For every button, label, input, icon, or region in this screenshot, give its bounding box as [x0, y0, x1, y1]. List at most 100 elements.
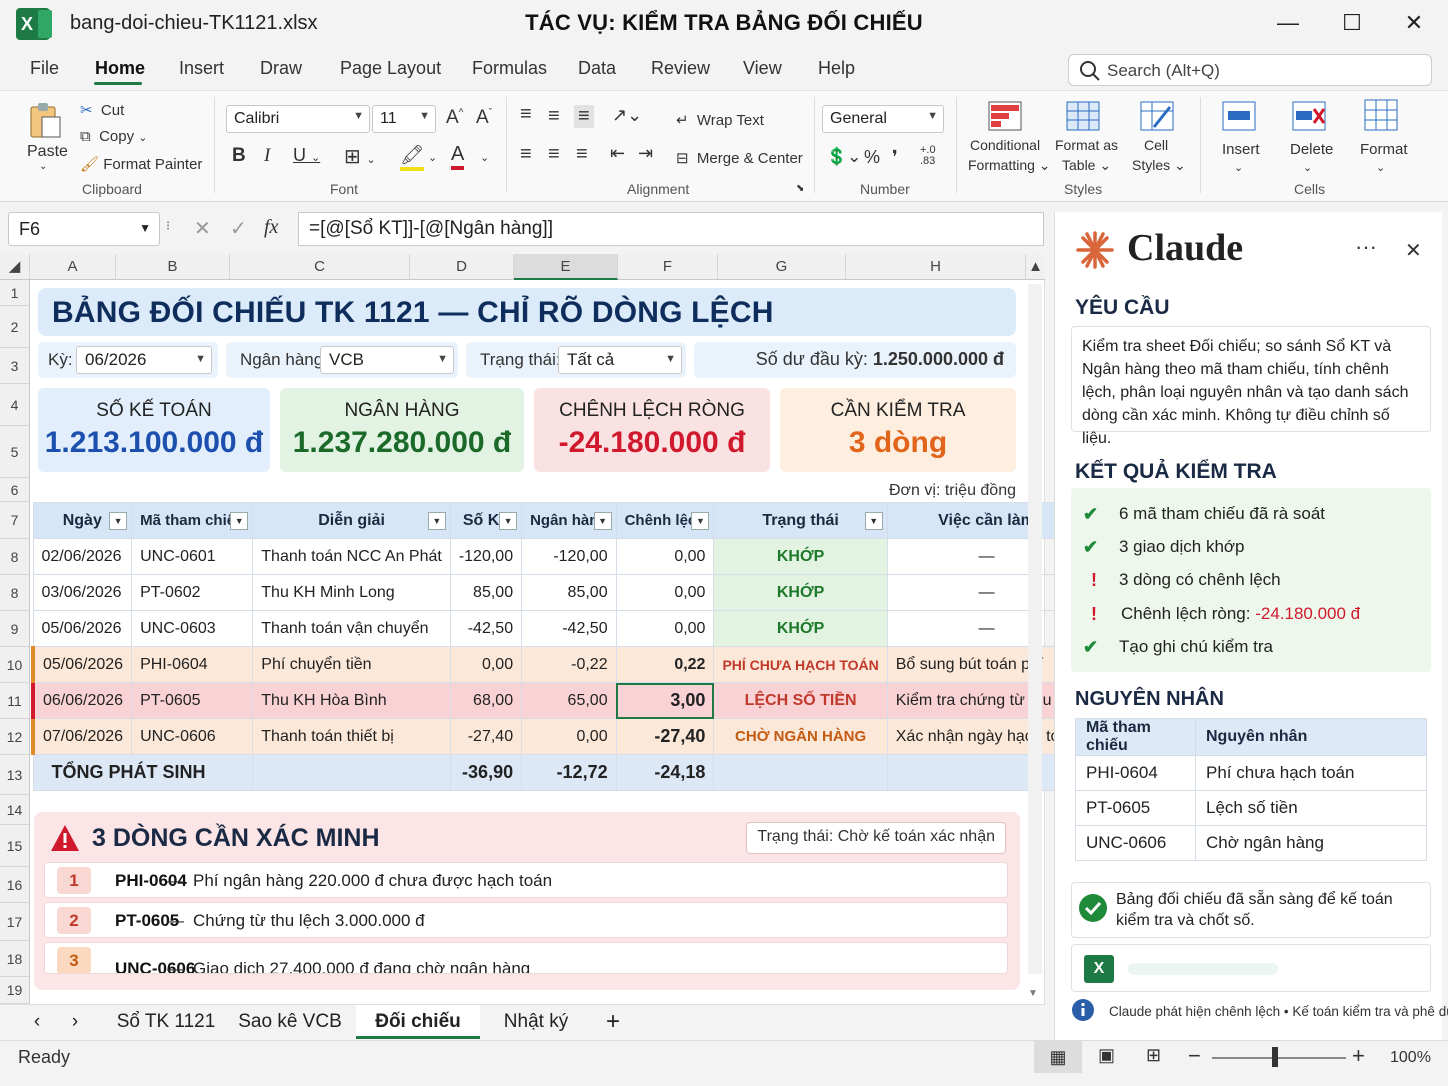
close-panel-icon[interactable]: ✕: [1405, 238, 1422, 263]
status-select[interactable]: Tất cả ▼: [558, 346, 682, 374]
dialog-launcher-icon[interactable]: ⬊: [796, 183, 804, 194]
insert-function-icon[interactable]: fx: [264, 216, 278, 239]
tab-so-tk[interactable]: Sổ TK 1121: [106, 1005, 226, 1039]
align-right-icon[interactable]: ≡: [576, 143, 588, 166]
cell-desc[interactable]: Phí chuyển tiền: [252, 646, 451, 683]
cell-desc[interactable]: Thanh toán thiết bị: [252, 718, 451, 755]
filter-dropdown-icon[interactable]: ▼: [691, 512, 710, 530]
list-item[interactable]: 1 PHI-0604— Phí ngân hàng 220.000 đ chưa đ…: [44, 862, 1008, 898]
filter-dropdown-icon[interactable]: ▼: [499, 512, 518, 530]
comma-style-icon[interactable]: ❜: [892, 147, 898, 168]
cell-date[interactable]: 05/06/2026: [31, 646, 133, 683]
increase-font-icon[interactable]: A^: [446, 107, 463, 129]
cell-diff[interactable]: 0,00: [615, 574, 715, 611]
more-icon[interactable]: ⁝: [166, 218, 170, 234]
cell-bank[interactable]: -120,00: [521, 538, 617, 575]
vertical-scrollbar[interactable]: [1028, 284, 1042, 974]
status-badge[interactable]: KHỚP: [713, 610, 888, 647]
cell-diff[interactable]: 0,00: [615, 538, 715, 575]
cell-so-kt[interactable]: 85,00: [449, 574, 523, 611]
orientation-icon[interactable]: ↗⌄: [612, 105, 642, 126]
row-header[interactable]: 5: [0, 426, 30, 478]
search-input[interactable]: Search (Alt+Q): [1068, 54, 1432, 86]
cell-desc[interactable]: Thu KH Minh Long: [252, 574, 451, 611]
menu-draw[interactable]: Draw: [260, 58, 302, 79]
row-header[interactable]: 19: [0, 977, 30, 1004]
cell-date[interactable]: 05/06/2026: [32, 610, 133, 647]
tab-next-icon[interactable]: ›: [60, 1005, 90, 1039]
minimize-icon[interactable]: —: [1268, 8, 1308, 40]
list-item[interactable]: 3 UNC-0606— Giao dịch 27.400.000 đ đang ch…: [44, 942, 1008, 974]
status-badge[interactable]: KHỚP: [713, 574, 888, 611]
status-badge[interactable]: PHÍ CHƯA HẠCH TOÁN: [713, 646, 888, 683]
status-badge[interactable]: LỆCH SỐ TIỀN: [713, 682, 888, 719]
cell-date[interactable]: 03/06/2026: [32, 574, 133, 611]
cell-bank[interactable]: 0,00: [521, 718, 617, 755]
cell-bank[interactable]: 85,00: [521, 574, 617, 611]
maximize-icon[interactable]: ☐: [1332, 8, 1372, 40]
column-header[interactable]: C: [230, 254, 410, 280]
column-header[interactable]: G: [718, 254, 846, 280]
cancel-icon[interactable]: ✕: [194, 216, 211, 241]
cell-so-kt[interactable]: -27,40: [449, 718, 523, 755]
cell-diff[interactable]: 0,22: [615, 646, 715, 683]
align-center-icon[interactable]: ≡: [548, 143, 560, 166]
row-header[interactable]: 11: [0, 683, 30, 719]
menu-view[interactable]: View: [743, 58, 782, 79]
table-row[interactable]: 05/06/2026 PHI-0604 Phí chuyển tiền 0,00 -0,…: [31, 646, 1087, 683]
underline-button[interactable]: U ⌄: [293, 145, 320, 166]
filter-dropdown-icon[interactable]: ▼: [230, 512, 249, 530]
row-header[interactable]: 18: [0, 941, 30, 977]
row-header[interactable]: 8: [0, 575, 30, 611]
filter-dropdown-icon[interactable]: ▼: [864, 512, 883, 530]
zoom-in-icon[interactable]: +: [1352, 1043, 1365, 1069]
scroll-up-icon[interactable]: ▲: [1026, 254, 1045, 280]
row-header[interactable]: 8: [0, 539, 30, 575]
tab-sao-ke[interactable]: Sao kê VCB: [230, 1005, 350, 1039]
wrap-text-button[interactable]: ↵ Wrap Text: [676, 111, 764, 129]
bank-select[interactable]: VCB ▼: [320, 346, 454, 374]
borders-icon[interactable]: ⊞ ⌄: [344, 144, 376, 169]
more-options-icon[interactable]: ···: [1355, 234, 1377, 260]
cell-bank[interactable]: -0,22: [521, 646, 617, 683]
align-top-icon[interactable]: ≡: [520, 103, 532, 126]
cell-so-kt[interactable]: 0,00: [449, 646, 523, 683]
row-header[interactable]: 6: [0, 478, 30, 502]
font-color-icon[interactable]: A: [451, 143, 465, 170]
menu-formulas[interactable]: Formulas: [472, 58, 547, 79]
align-bottom-icon[interactable]: ≡: [574, 105, 594, 128]
align-middle-icon[interactable]: ≡: [548, 105, 560, 128]
row-header[interactable]: 9: [0, 611, 30, 647]
enter-icon[interactable]: ✓: [230, 216, 247, 241]
page-layout-view-icon[interactable]: ▣: [1098, 1045, 1115, 1066]
table-row[interactable]: 06/06/2026 PT-0605 Thu KH Hòa Bình 68,00 65,…: [31, 682, 1087, 719]
row-header[interactable]: 10: [0, 647, 30, 683]
row-header[interactable]: 4: [0, 384, 30, 426]
italic-button[interactable]: I: [264, 145, 270, 167]
cell-so-kt[interactable]: -120,00: [449, 538, 523, 575]
normal-view-icon[interactable]: ▦: [1034, 1041, 1082, 1073]
cell-ref[interactable]: UNC-0603: [131, 610, 254, 647]
cell-ref[interactable]: PHI-0604: [131, 646, 254, 683]
decrease-indent-icon[interactable]: ⇤: [610, 143, 625, 164]
column-header[interactable]: E: [514, 254, 618, 280]
row-header[interactable]: 3: [0, 348, 30, 384]
cell-ref[interactable]: UNC-0601: [131, 538, 254, 575]
zoom-slider-thumb[interactable]: [1272, 1047, 1278, 1067]
column-header[interactable]: D: [410, 254, 514, 280]
fill-color-icon[interactable]: 🖍: [400, 143, 425, 171]
column-header[interactable]: F: [618, 254, 718, 280]
row-header[interactable]: 17: [0, 903, 30, 941]
table-row[interactable]: 05/06/2026 UNC-0603 Thanh toán vận chuyển -…: [32, 610, 1087, 647]
status-badge[interactable]: CHỜ NGÂN HÀNG: [713, 718, 888, 755]
menu-review[interactable]: Review: [651, 58, 710, 79]
column-header[interactable]: A: [30, 254, 116, 280]
tab-nhat-ky[interactable]: Nhật ký: [486, 1005, 586, 1039]
cell-date[interactable]: 02/06/2026: [32, 538, 133, 575]
cell-desc[interactable]: Thu KH Hòa Bình: [252, 682, 451, 719]
table-row[interactable]: 03/06/2026 PT-0602 Thu KH Minh Long 85,00 85…: [32, 574, 1087, 611]
cell-bank[interactable]: -42,50: [521, 610, 617, 647]
row-header[interactable]: 2: [0, 306, 30, 348]
menu-file[interactable]: File: [30, 58, 59, 79]
format-painter-button[interactable]: 🖌 Format Painter: [80, 155, 202, 173]
